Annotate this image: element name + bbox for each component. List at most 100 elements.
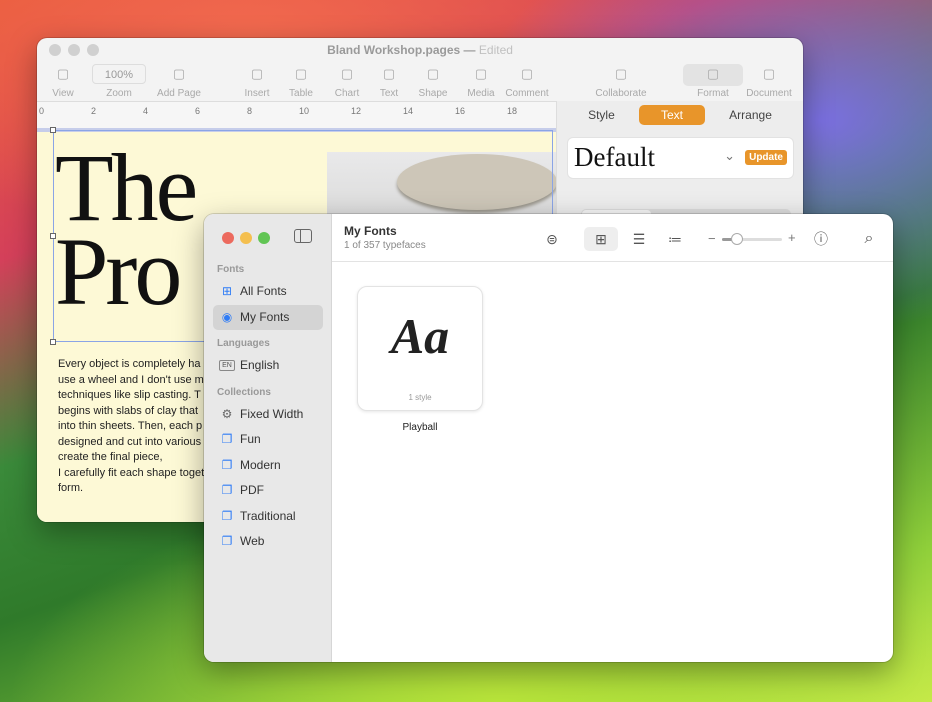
- strip-view-icon[interactable]: ☰: [624, 227, 654, 251]
- chevron-down-icon: ⌄: [724, 148, 735, 163]
- ruler: 0 2 4 6 8 10 12 14 16 18: [37, 101, 556, 129]
- typeface-count: 1 of 357 typefaces: [344, 240, 426, 251]
- toolbar-label: Comment: [505, 88, 549, 99]
- sidebar-item-label: My Fonts: [240, 309, 290, 324]
- document-icon: ▢: [762, 66, 776, 81]
- body-line: begins with slabs of clay that: [58, 404, 199, 417]
- ruler-tick-label: 14: [403, 106, 414, 116]
- comment-icon: ▢: [520, 66, 534, 81]
- sidebar-item-modern[interactable]: ❐ Modern: [213, 453, 323, 478]
- collection-icon: ❐: [221, 534, 233, 548]
- size-slider[interactable]: [722, 233, 782, 245]
- toolbar-label: Collaborate: [595, 88, 647, 99]
- tab-text[interactable]: Text: [638, 105, 705, 125]
- tab-arrange[interactable]: Arrange: [707, 105, 794, 125]
- toolbar-zoom-button[interactable]: 100% Zoom: [89, 64, 149, 99]
- minimize-button[interactable]: [240, 232, 252, 244]
- ruler-tick-label: 12: [351, 106, 362, 116]
- body-line: techniques like slip casting. T: [58, 389, 201, 401]
- ruler-tick-label: 8: [247, 106, 253, 116]
- section-header: Languages: [217, 338, 270, 349]
- toolbar-add-page-button[interactable]: ▢ Add Page: [149, 64, 209, 99]
- toolbar-label: Format: [697, 88, 729, 99]
- sidebar-item-label: All Fonts: [240, 284, 287, 298]
- sidebar-item-fixed-width[interactable]: ⚙ Fixed Width: [213, 402, 323, 427]
- sidebar-item-label: Modern: [240, 457, 281, 472]
- sidebar-icon: ▢: [56, 66, 70, 81]
- ruler-tick-label: 18: [507, 106, 518, 116]
- font-card-playball[interactable]: Aa 1 style: [357, 286, 483, 411]
- body-line: I carefully fit each shape toget: [58, 466, 205, 479]
- grid-icon: ⊞: [221, 284, 233, 298]
- filter-icon[interactable]: ⊜: [537, 227, 567, 251]
- plus-icon: ▢: [172, 66, 186, 81]
- collection-icon: ❐: [221, 483, 233, 497]
- ruler-tick-label: 0: [39, 106, 45, 116]
- update-button[interactable]: Update: [745, 150, 787, 165]
- toolbar-view-button[interactable]: ▢ View: [37, 64, 93, 99]
- paragraph-style-popup[interactable]: Default ⌄ Update: [567, 137, 794, 179]
- plus-icon[interactable]: +: [788, 230, 796, 245]
- sidebar-item-all-fonts[interactable]: ⊞ All Fonts: [213, 279, 323, 304]
- body-line: form.: [58, 482, 84, 494]
- toolbar-label: Add Page: [157, 88, 201, 99]
- paragraph-style-name: Default: [574, 142, 655, 172]
- ruler-tick-label: 4: [143, 106, 149, 116]
- list-view-icon[interactable]: ≔: [660, 227, 690, 251]
- sidebar-item-web[interactable]: ❐ Web: [213, 529, 323, 554]
- font-book-window: Fonts ⊞ All Fonts ◉ My Fonts Languages EN Engli…: [204, 214, 893, 662]
- window-title: My Fonts: [344, 224, 397, 238]
- info-icon[interactable]: ⓘ: [806, 227, 836, 251]
- zoom-button[interactable]: [258, 232, 270, 244]
- sidebar-item-pdf[interactable]: ❐ PDF: [213, 478, 323, 503]
- ruler-tick-label: 6: [195, 106, 201, 116]
- font-name: Playball: [402, 422, 438, 433]
- sidebar-item-label: English: [240, 358, 280, 372]
- toolbar: My Fonts 1 of 357 typefaces ⊜ ⊞ ☰ ≔ − + …: [332, 214, 893, 262]
- toolbar-label: View: [52, 88, 74, 99]
- font-grid: Aa 1 style Playball: [332, 262, 893, 662]
- toolbar-comment-button[interactable]: ▢ Comment: [497, 64, 557, 99]
- toolbar-format-button[interactable]: ▢ Format: [683, 64, 743, 99]
- sidebar-item-my-fonts[interactable]: ◉ My Fonts: [213, 304, 323, 330]
- ruler-tick-label: 10: [299, 106, 310, 116]
- collection-icon: ❐: [221, 457, 233, 472]
- toolbar-label: Document: [746, 88, 792, 99]
- grid-view-icon[interactable]: ⊞: [584, 227, 618, 251]
- collection-icon: ❐: [221, 432, 233, 446]
- gear-icon: ⚙: [221, 406, 233, 421]
- sidebar: Fonts ⊞ All Fonts ◉ My Fonts Languages EN Engli…: [204, 214, 332, 662]
- section-header: Collections: [217, 386, 271, 398]
- slider-knob[interactable]: [731, 233, 743, 245]
- minus-icon[interactable]: −: [708, 231, 716, 246]
- body-line: create the final piece,: [58, 451, 163, 463]
- sidebar-item-label: Web: [240, 534, 265, 548]
- tab-style[interactable]: Style: [566, 105, 637, 125]
- sidebar-item-label: Fixed Width: [240, 406, 304, 421]
- ruler-tick-label: 2: [91, 106, 97, 116]
- toolbar-document-button[interactable]: ▢ Document: [739, 64, 799, 99]
- body-text[interactable]: Every object is completely ha use a wheel…: [58, 357, 204, 497]
- en-badge-icon: EN: [219, 360, 235, 371]
- toolbar-label: Zoom: [106, 88, 132, 99]
- font-sample: Aa: [390, 308, 450, 364]
- style-count: 1 style: [408, 393, 432, 402]
- close-button[interactable]: [222, 232, 234, 244]
- collection-icon: ❐: [221, 508, 233, 523]
- toolbar-collaborate-button[interactable]: ▢ Collaborate: [591, 64, 651, 99]
- format-icon: ▢: [706, 66, 720, 81]
- sidebar-item-fun[interactable]: ❐ Fun: [213, 427, 323, 452]
- body-line: into thin sheets. Then, each p: [58, 420, 203, 432]
- sidebar-item-label: Traditional: [240, 508, 296, 523]
- sidebar-item-traditional[interactable]: ❐ Traditional: [213, 504, 323, 529]
- search-icon[interactable]: ⌕: [854, 227, 884, 251]
- sidebar-item-label: Fun: [240, 432, 261, 446]
- zoom-popup: 100%: [92, 64, 146, 84]
- window-title: Bland Workshop.pages — Edited: [327, 43, 513, 57]
- collaborate-icon: ▢: [614, 66, 628, 81]
- sidebar-toggle-icon[interactable]: [294, 229, 312, 243]
- section-header: Fonts: [217, 264, 245, 275]
- sidebar-item-english[interactable]: EN English: [213, 353, 323, 378]
- body-line: Every object is completely ha: [58, 358, 201, 370]
- ruler-tick-label: 16: [455, 106, 466, 116]
